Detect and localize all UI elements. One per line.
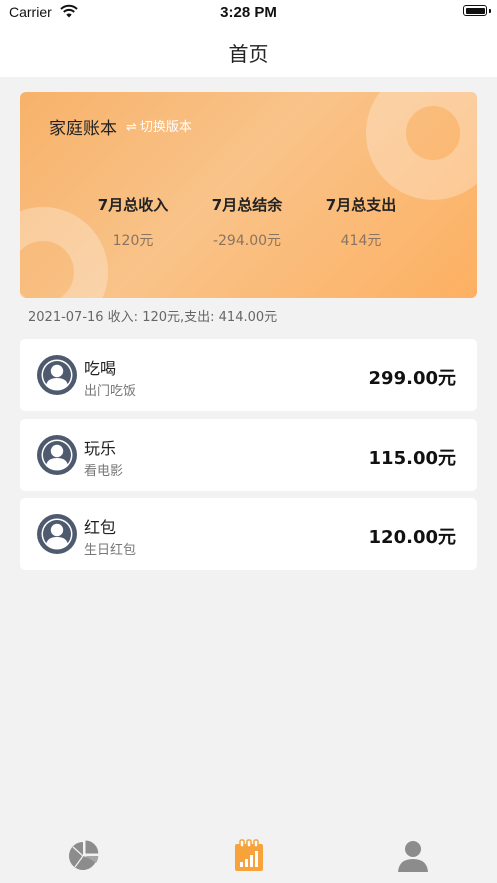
tab-bar xyxy=(0,824,497,883)
stat-expense: 7月总支出 414元 xyxy=(306,194,416,250)
stat-label: 7月总支出 xyxy=(325,196,397,214)
record-note: 出门吃饭 xyxy=(84,384,137,399)
record-item[interactable]: 红包 生日红包 120.00元 xyxy=(20,498,477,570)
decorative-ring-top-right xyxy=(366,92,477,200)
calendar-chart-icon[interactable] xyxy=(231,838,267,874)
daily-summary: 2021-07-16 收入: 120元,支出: 414.00元 xyxy=(28,310,278,325)
stat-value: 414元 xyxy=(340,233,382,249)
battery-cap xyxy=(489,9,491,13)
stat-income: 7月总收入 120元 xyxy=(78,194,188,250)
record-amount: 120.00元 xyxy=(368,527,456,548)
record-item[interactable]: 吃喝 出门吃饭 299.00元 xyxy=(20,339,477,411)
record-item[interactable]: 玩乐 看电影 115.00元 xyxy=(20,419,477,491)
stat-label: 7月总收入 xyxy=(97,196,169,214)
stat-label: 7月总结余 xyxy=(211,196,283,214)
record-category: 红包 xyxy=(84,518,117,537)
stat-balance: 7月总结余 -294.00元 xyxy=(192,194,302,250)
pie-chart-icon[interactable] xyxy=(65,838,101,874)
record-amount: 115.00元 xyxy=(368,448,456,469)
summary-card: 家庭账本 ⇌ 切换版本 7月总收入 120元 7月总结余 -294.00元 7月总… xyxy=(20,92,477,298)
record-category: 玩乐 xyxy=(84,439,117,458)
record-category: 吃喝 xyxy=(84,359,117,378)
switch-version-label: 切换版本 xyxy=(139,120,192,135)
stat-value: -294.00元 xyxy=(212,233,282,249)
stat-value: 120元 xyxy=(112,233,154,249)
clock: 3:28 PM xyxy=(220,4,277,21)
avatar-icon xyxy=(37,355,77,395)
switch-icon: ⇌ xyxy=(126,120,137,135)
nav-bar: 首页 xyxy=(0,26,497,77)
record-amount: 299.00元 xyxy=(368,368,456,389)
account-book-name: 家庭账本 xyxy=(49,119,117,139)
switch-version-button[interactable]: ⇌ 切换版本 xyxy=(126,116,192,135)
page-title: 首页 xyxy=(228,42,269,66)
battery-icon xyxy=(463,5,487,16)
record-note: 生日红包 xyxy=(84,543,137,558)
person-icon[interactable] xyxy=(395,838,431,874)
status-bar: Carrier 3:28 PM xyxy=(0,0,497,26)
avatar-icon xyxy=(37,514,77,554)
record-note: 看电影 xyxy=(84,464,124,479)
avatar-icon xyxy=(37,435,77,475)
